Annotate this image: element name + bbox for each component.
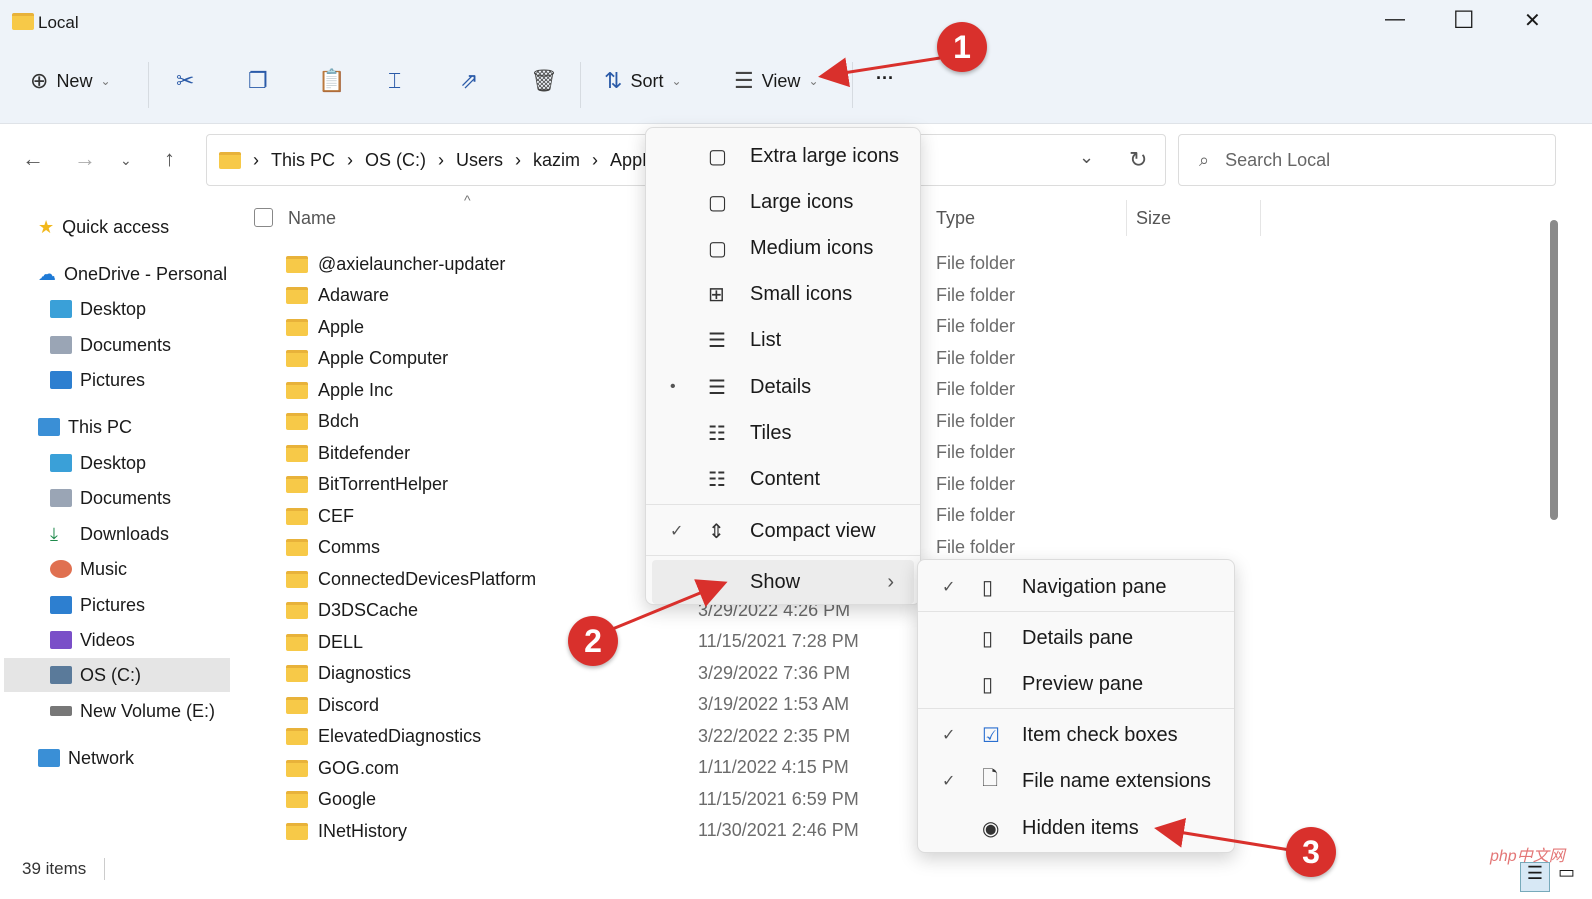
annotation-arrows: [609, 56, 1291, 852]
arrow-2: [609, 579, 728, 632]
annotation-badge-3: 3: [1286, 827, 1336, 877]
arrow-3: [1154, 818, 1291, 852]
annotation-badge-2: 2: [568, 616, 618, 666]
annotation-badge-1: 1: [937, 22, 987, 72]
arrow-1: [818, 56, 941, 88]
